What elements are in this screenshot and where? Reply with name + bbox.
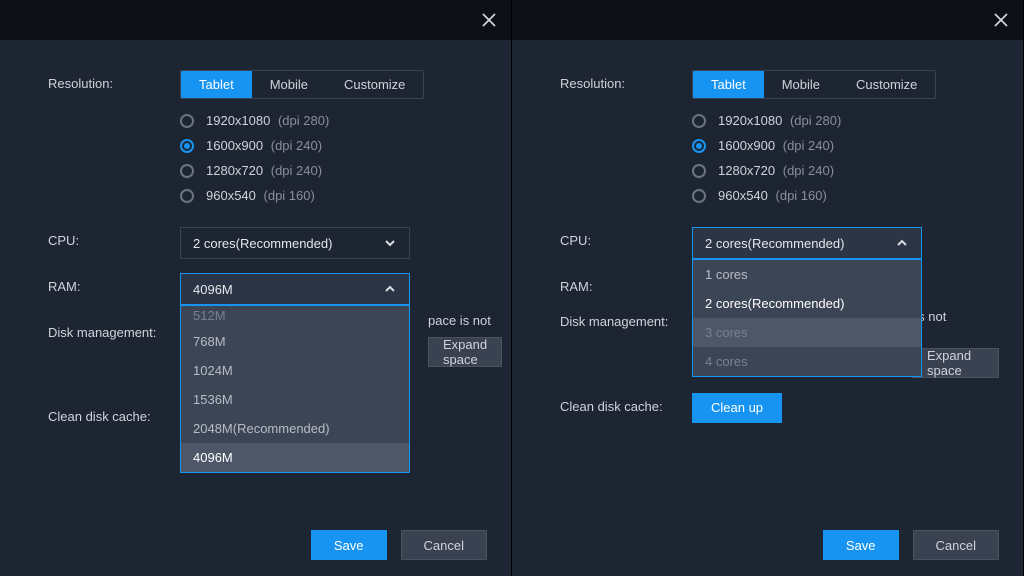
cancel-button[interactable]: Cancel <box>401 530 487 560</box>
cpu-label: CPU: <box>48 227 180 248</box>
resolution-tabs: Tablet Mobile Customize <box>180 70 424 99</box>
radio-icon <box>692 139 706 153</box>
resolution-option[interactable]: 960x540 (dpi 160) <box>692 188 999 203</box>
tab-customize[interactable]: Customize <box>326 71 423 98</box>
cpu-option[interactable]: 4 cores <box>693 347 921 376</box>
titlebar <box>0 0 511 40</box>
cpu-select-value: 2 cores(Recommended) <box>193 236 332 251</box>
resolution-tabs: Tablet Mobile Customize <box>692 70 936 99</box>
chevron-up-icon <box>383 282 397 296</box>
chevron-down-icon <box>383 236 397 250</box>
cpu-label: CPU: <box>560 227 692 248</box>
ram-dropdown: 512M 768M 1024M 1536M 2048M(Recommended)… <box>180 305 410 473</box>
ram-dropdown-list[interactable]: 512M 768M 1024M 1536M 2048M(Recommended)… <box>181 306 409 472</box>
ram-option[interactable]: 2048M(Recommended) <box>181 414 409 443</box>
ram-label: RAM: <box>48 273 180 294</box>
resolution-option[interactable]: 1280x720 (dpi 240) <box>180 163 487 178</box>
tab-tablet[interactable]: Tablet <box>693 71 764 98</box>
settings-panel-left: Resolution: Tablet Mobile Customize 1920… <box>0 0 512 576</box>
tab-mobile[interactable]: Mobile <box>764 71 838 98</box>
tab-mobile[interactable]: Mobile <box>252 71 326 98</box>
radio-icon <box>692 114 706 128</box>
ram-select-value: 4096M <box>193 282 233 297</box>
resolution-option[interactable]: 1600x900 (dpi 240) <box>692 138 999 153</box>
resolution-label: Resolution: <box>48 70 180 91</box>
radio-icon <box>180 189 194 203</box>
cpu-dropdown: 1 cores 2 cores(Recommended) 3 cores 4 c… <box>692 259 922 377</box>
ram-option[interactable]: 4096M <box>181 443 409 472</box>
cpu-select[interactable]: 2 cores(Recommended) <box>180 227 410 259</box>
ram-option[interactable]: 512M <box>181 306 409 327</box>
resolution-option[interactable]: 1920x1080 (dpi 280) <box>180 113 487 128</box>
ram-label: RAM: <box>560 273 692 294</box>
ram-option[interactable]: 1536M <box>181 385 409 414</box>
cpu-option[interactable]: 1 cores <box>693 260 921 289</box>
ram-option[interactable]: 768M <box>181 327 409 356</box>
resolution-options: 1920x1080 (dpi 280) 1600x900 (dpi 240) 1… <box>692 113 999 203</box>
resolution-option[interactable]: 960x540 (dpi 160) <box>180 188 487 203</box>
cancel-button[interactable]: Cancel <box>913 530 999 560</box>
radio-icon <box>692 164 706 178</box>
radio-icon <box>180 139 194 153</box>
tab-tablet[interactable]: Tablet <box>181 71 252 98</box>
radio-icon <box>180 114 194 128</box>
cpu-option[interactable]: 2 cores(Recommended) <box>693 289 921 318</box>
cpu-select[interactable]: 2 cores(Recommended) <box>692 227 922 259</box>
disk-label: Disk management: <box>48 319 180 340</box>
resolution-option[interactable]: 1280x720 (dpi 240) <box>692 163 999 178</box>
cpu-option[interactable]: 3 cores <box>693 318 921 347</box>
resolution-option[interactable]: 1600x900 (dpi 240) <box>180 138 487 153</box>
expand-space-button[interactable]: Expand space <box>428 337 502 367</box>
save-button[interactable]: Save <box>311 530 387 560</box>
resolution-label: Resolution: <box>560 70 692 91</box>
close-icon[interactable] <box>481 12 497 28</box>
expand-space-button[interactable]: Expand space <box>912 348 999 378</box>
radio-icon <box>180 164 194 178</box>
ram-select[interactable]: 4096M <box>180 273 410 305</box>
resolution-option[interactable]: 1920x1080 (dpi 280) <box>692 113 999 128</box>
cleanup-button[interactable]: Clean up <box>692 393 782 423</box>
disk-auto-partial: pace is not <box>428 313 491 328</box>
clean-label: Clean disk cache: <box>48 403 180 424</box>
resolution-options: 1920x1080 (dpi 280) 1600x900 (dpi 240) 1… <box>180 113 487 203</box>
save-button[interactable]: Save <box>823 530 899 560</box>
ram-option[interactable]: 1024M <box>181 356 409 385</box>
tab-customize[interactable]: Customize <box>838 71 935 98</box>
chevron-up-icon <box>895 236 909 250</box>
disk-label: Disk management: <box>560 308 692 329</box>
settings-panel-right: Resolution: Tablet Mobile Customize 1920… <box>512 0 1024 576</box>
radio-icon <box>692 189 706 203</box>
close-icon[interactable] <box>993 12 1009 28</box>
clean-label: Clean disk cache: <box>560 393 692 414</box>
titlebar <box>512 0 1023 40</box>
cpu-select-value: 2 cores(Recommended) <box>705 236 844 251</box>
